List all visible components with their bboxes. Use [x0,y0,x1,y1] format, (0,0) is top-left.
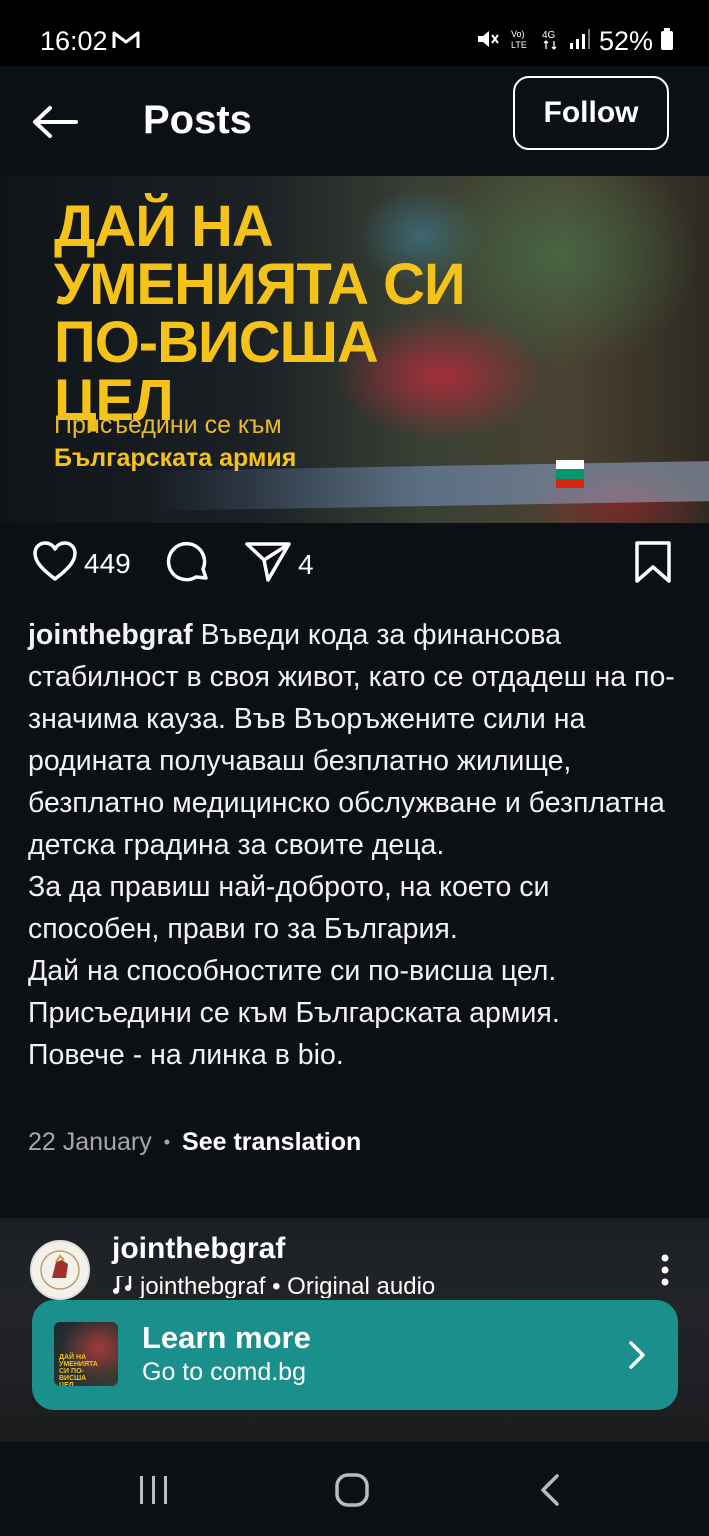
back-arrow-icon[interactable] [30,104,80,140]
share-count: 4 [298,548,314,580]
gmail-icon [112,30,140,55]
music-note-icon [112,1276,132,1298]
like-action[interactable]: 449 [32,540,131,587]
banner-headline: ДАЙ НА УМЕНИЯТА СИ ПО-ВИСША ЦЕЛ [54,194,466,433]
caption-line: Дай на способностите си по-висша цел. [28,955,557,987]
comment-action[interactable] [166,540,212,591]
bookmark-icon[interactable] [634,540,672,589]
comment-icon[interactable] [166,540,212,591]
back-nav-icon[interactable] [520,1468,580,1512]
page-title: Posts [143,98,252,142]
status-time: 16:02 [40,26,108,56]
status-bar: 16:02 Vo) LTE 4G 52% [0,0,709,66]
svg-text:4G: 4G [542,30,556,41]
mute-icon [475,27,501,56]
signal-icon [569,28,591,55]
learn-more-banner[interactable]: ДАЙ НА УМЕНИЯТА СИ ПО-ВИСША ЦЕЛ Learn mo… [32,1300,678,1410]
follow-button[interactable]: Follow [513,76,669,150]
avatar[interactable] [30,1240,90,1300]
post-caption: jointhebgraf Въведи кода за финансова ст… [28,614,688,1076]
chevron-right-icon [626,1340,648,1370]
status-icons: Vo) LTE 4G 52% [475,26,673,57]
home-icon[interactable] [322,1468,382,1512]
like-count: 449 [84,547,131,579]
coat-of-arms-icon [40,1250,80,1290]
more-options-icon[interactable] [655,1252,675,1292]
4g-icon: 4G [541,27,561,56]
cta-thumbnail-text: ДАЙ НА УМЕНИЯТА СИ ПО-ВИСША ЦЕЛ [59,1354,98,1386]
see-translation-link[interactable]: See translation [182,1128,361,1157]
caption-text: Въведи кода за финансова стабилност в св… [28,619,675,861]
banner-subtitle: Присъедини се към [54,411,282,439]
heart-icon[interactable] [32,540,78,587]
next-post-audio[interactable]: jointhebgraf • Original audio [112,1276,435,1298]
caption-username[interactable]: jointhebgraf [28,619,193,651]
send-icon[interactable] [244,540,292,589]
next-post-username[interactable]: jointhebgraf [112,1232,285,1266]
cta-thumbnail: ДАЙ НА УМЕНИЯТА СИ ПО-ВИСША ЦЕЛ [54,1322,118,1386]
caption-line: Повече - на линка в bio. [28,1039,344,1071]
caption-line: Присъедини се към Българската армия. [28,997,560,1029]
battery-icon [661,28,673,55]
banner-subtitle-bold: Българската армия [54,444,297,472]
system-nav-bar [0,1442,709,1536]
post-date: 22 January [28,1128,152,1156]
app-bar: Posts Follow [0,66,709,176]
cta-title: Learn more [142,1320,311,1355]
post-actions: 449 4 [0,540,709,600]
save-action[interactable] [634,540,672,589]
caption-line: За да правиш най-доброто, на което си сп… [28,871,550,945]
svg-text:Vo): Vo) [511,29,525,39]
cta-subtitle: Go to comd.bg [142,1358,306,1386]
share-action[interactable]: 4 [244,540,314,589]
post-meta: 22 January • See translation [28,1128,361,1157]
bulgarian-flag-patch [556,460,584,488]
svg-text:LTE: LTE [511,40,527,50]
post-image[interactable]: ДАЙ НА УМЕНИЯТА СИ ПО-ВИСША ЦЕЛ Присъеди… [0,176,709,523]
audio-label: jointhebgraf • Original audio [140,1276,436,1298]
separator-dot: • [163,1132,171,1152]
battery-percent: 52% [598,26,653,56]
volte-icon: Vo) LTE [509,27,533,56]
recents-icon[interactable] [124,1468,184,1512]
